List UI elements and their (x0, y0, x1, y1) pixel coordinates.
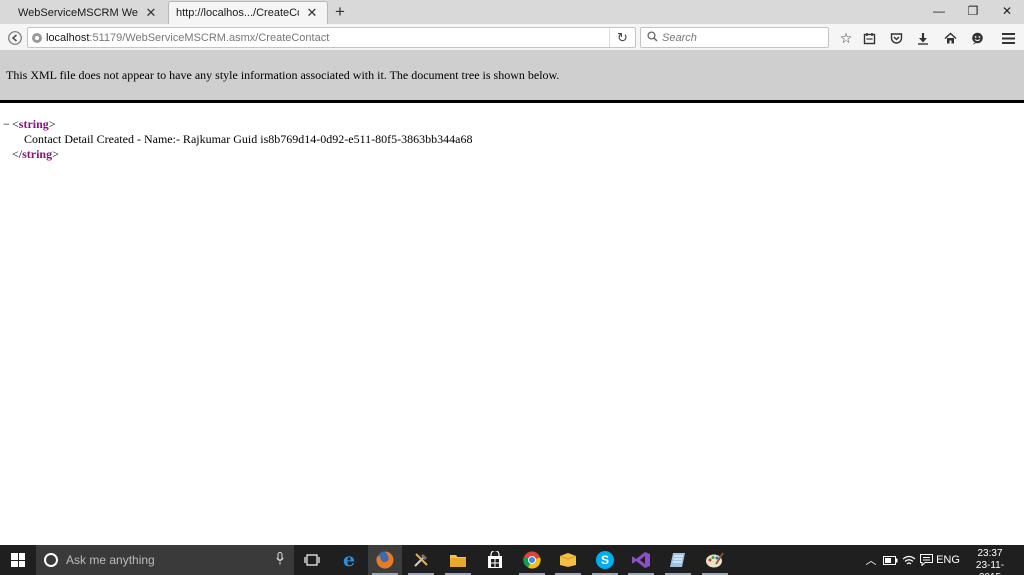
reading-list-icon[interactable] (859, 28, 879, 48)
reload-icon[interactable]: ↻ (609, 28, 635, 47)
notepad-icon[interactable] (661, 545, 695, 575)
xml-close-tag: string (22, 147, 53, 161)
chrome-icon[interactable] (515, 545, 549, 575)
new-tab-icon[interactable]: + (330, 3, 350, 21)
tools-app-icon[interactable] (404, 545, 438, 575)
windows-logo-icon (11, 553, 25, 567)
xml-text-node: Contact Detail Created - Name:- Rajkumar… (24, 132, 473, 146)
tab-close-icon[interactable]: ✕ (305, 5, 319, 20)
search-icon (647, 30, 658, 45)
store-icon[interactable] (478, 545, 512, 575)
menu-icon[interactable] (998, 28, 1018, 48)
xml-tree: − <string> Contact Detail Created - Name:… (3, 117, 472, 162)
close-window-icon[interactable]: ✕ (990, 0, 1024, 22)
xml-open-tag: string (18, 117, 49, 131)
hello-chat-icon[interactable] (967, 28, 987, 48)
xml-info-banner: This XML file does not appear to have an… (0, 51, 1024, 103)
file-explorer-icon[interactable] (441, 545, 475, 575)
start-button[interactable] (0, 545, 36, 575)
tab-label: http://localhos.../CreateContact (176, 7, 299, 19)
tab-create-contact[interactable]: http://localhos.../CreateContact ✕ (168, 1, 328, 24)
xml-open-row: − <string> (3, 117, 56, 132)
search-bar[interactable] (640, 27, 829, 48)
xml-close-row: </string> (12, 147, 59, 161)
cortana-search-box[interactable]: Ask me anything (36, 545, 294, 575)
wifi-icon[interactable] (900, 545, 918, 575)
collapse-toggle-icon[interactable]: − (3, 117, 12, 132)
system-clock[interactable]: 23:37 23-11-2015 (966, 548, 1014, 575)
edge-browser-icon[interactable]: e (332, 545, 366, 575)
clock-date: 23-11-2015 (975, 560, 1005, 575)
show-hidden-icons-icon[interactable]: ︿ (864, 545, 878, 575)
firefox-icon[interactable] (368, 545, 402, 575)
site-info-icon[interactable] (28, 32, 46, 44)
taskbar: Ask me anything e S ︿ ENG 23:37 23-11- (0, 545, 1024, 575)
action-center-icon[interactable] (918, 545, 934, 575)
folder-icon[interactable] (551, 545, 585, 575)
input-language[interactable]: ENG (935, 545, 961, 575)
url-bar[interactable]: localhost:51179/WebServiceMSCRM.asmx/Cre… (27, 27, 636, 48)
battery-icon[interactable] (880, 545, 900, 575)
visual-studio-icon[interactable] (624, 545, 658, 575)
tab-webservice[interactable]: WebServiceMSCRM Web Servi... ✕ (0, 1, 166, 24)
microphone-icon[interactable] (270, 552, 290, 568)
pocket-icon[interactable] (886, 28, 906, 48)
restore-icon[interactable]: ❐ (956, 0, 990, 22)
search-input[interactable] (662, 31, 822, 44)
tab-label: WebServiceMSCRM Web Servi... (18, 6, 138, 19)
tab-close-icon[interactable]: ✕ (144, 5, 158, 20)
download-icon[interactable] (913, 28, 933, 48)
skype-icon[interactable]: S (588, 545, 622, 575)
home-icon[interactable] (940, 28, 960, 48)
url-host: localhost (46, 31, 90, 44)
clock-time: 23:37 (977, 548, 1003, 559)
tab-strip: WebServiceMSCRM Web Servi... ✕ http://lo… (0, 0, 1024, 24)
cortana-placeholder: Ask me anything (66, 553, 155, 567)
xml-info-text: This XML file does not appear to have an… (6, 68, 560, 82)
paint-icon[interactable] (698, 545, 732, 575)
nav-bar: localhost:51179/WebServiceMSCRM.asmx/Cre… (0, 24, 1024, 51)
cortana-icon (44, 553, 58, 567)
url-path: :51179/WebServiceMSCRM.asmx/CreateContac… (89, 31, 330, 44)
bookmark-star-icon[interactable]: ☆ (836, 28, 856, 48)
back-icon[interactable] (5, 28, 25, 48)
minimize-icon[interactable]: — (922, 0, 956, 22)
task-view-icon[interactable] (295, 545, 329, 575)
